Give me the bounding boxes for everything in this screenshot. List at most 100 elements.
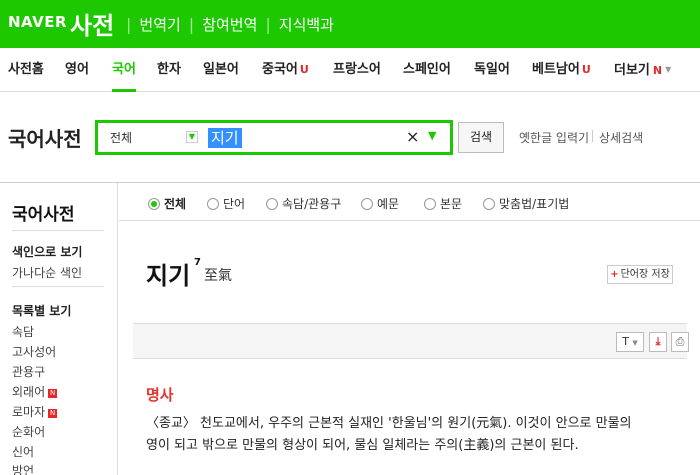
radio-icon: [266, 197, 278, 210]
new-badge: N: [48, 389, 58, 398]
radio-icon: [361, 197, 373, 210]
nav-item-label: 외래어: [12, 385, 46, 399]
entry-headword: 지기: [146, 262, 191, 290]
alphabetical-index-link[interactable]: 가나다순 색인: [12, 264, 82, 281]
tab-label: 국어: [112, 62, 136, 77]
tab-german[interactable]: 독일어: [474, 48, 510, 92]
filter-proverbs-idioms[interactable]: 속담/관용구: [266, 195, 341, 212]
filter-label: 속담/관용구: [282, 197, 342, 211]
filter-label: 맞춤법/표기법: [499, 197, 570, 211]
tab-label: 스페인어: [403, 62, 451, 77]
encyclopedia-link[interactable]: 지식백과: [279, 14, 334, 35]
nav-item-idiomatic-phrases[interactable]: 관용구: [12, 363, 45, 380]
new-badge: N: [652, 64, 663, 77]
filter-words[interactable]: 단어: [207, 195, 245, 212]
nav-item-label: 로마자: [12, 405, 46, 419]
tab-label: 프랑스어: [333, 62, 381, 77]
new-badge: N: [48, 409, 58, 418]
dictionary-home-link[interactable]: 사전: [70, 6, 114, 41]
nav-item-refined-words[interactable]: 순화어: [12, 423, 45, 440]
radio-icon: [207, 197, 219, 210]
filter-examples[interactable]: 예문: [361, 195, 399, 212]
tab-label: 베트남어: [532, 62, 580, 77]
tab-english[interactable]: 영어: [65, 48, 89, 92]
divider: [592, 130, 593, 142]
part-of-speech: 명사: [146, 386, 174, 404]
download-icon[interactable]: ⤓: [649, 332, 667, 352]
radio-icon: [424, 197, 436, 210]
tab-french[interactable]: 프랑스어: [333, 48, 381, 92]
nav-item-loanwords[interactable]: 외래어 N: [12, 383, 58, 400]
autocomplete-toggle-icon[interactable]: ▼: [428, 129, 436, 142]
tab-label: 사전홈: [8, 62, 44, 77]
tab-japanese[interactable]: 일본어: [203, 48, 239, 92]
tab-label: 한자: [157, 62, 181, 77]
filter-label: 예문: [377, 197, 400, 211]
nav-item-romanization[interactable]: 로마자 N: [12, 403, 58, 420]
font-size-icon: T: [622, 335, 629, 348]
radio-icon: [483, 197, 495, 210]
filter-body[interactable]: 본문: [424, 195, 462, 212]
old-hangul-input-link[interactable]: 옛한글 입력기: [519, 129, 589, 146]
language-tabs: 사전홈 영어 국어 한자 일본어 중국어 U 프랑스어 스페인어 독일어 베트남어…: [0, 48, 700, 92]
index-view-heading[interactable]: 색인으로 보기: [12, 243, 82, 260]
tab-korean[interactable]: 국어: [112, 48, 136, 92]
filter-spelling[interactable]: 맞춤법/표기법: [483, 195, 569, 212]
search-input[interactable]: 지기: [208, 128, 242, 148]
filter-all[interactable]: 전체: [148, 195, 186, 212]
close-icon[interactable]: ×: [406, 127, 419, 146]
tab-more[interactable]: 더보기 N ▼: [614, 48, 671, 92]
search-button[interactable]: 검색: [458, 122, 504, 153]
participation-translation-link[interactable]: 참여번역: [202, 14, 257, 35]
translator-link[interactable]: 번역기: [139, 14, 180, 35]
list-view-heading[interactable]: 목록별 보기: [12, 302, 71, 319]
filter-radios: 전체 단어 속담/관용구 예문 본문 맞춤법/표기법: [119, 183, 700, 221]
tab-hanja[interactable]: 한자: [157, 48, 181, 92]
page-title: 국어사전: [8, 127, 82, 151]
tab-label: 일본어: [203, 62, 239, 77]
update-badge: U: [299, 63, 309, 76]
print-icon[interactable]: ⎙: [671, 332, 689, 352]
top-links: | 번역기 | 참여번역 | 지식백과: [118, 0, 334, 48]
main-content: 전체 단어 속담/관용구 예문 본문 맞춤법/표기법 지기 7 至氣 + 단어장 …: [119, 183, 700, 475]
naver-logo[interactable]: NAVER: [8, 13, 67, 31]
chevron-down-icon: ▼: [665, 65, 672, 74]
entry-toolbar: T ▼ ⤓ ⎙: [133, 323, 689, 359]
tab-dictionary-home[interactable]: 사전홈: [8, 48, 44, 92]
advanced-search-link[interactable]: 상세검색: [599, 129, 643, 146]
divider: |: [265, 14, 271, 34]
search-box: 전체 ▼ 지기 × ▼: [95, 120, 453, 155]
search-scope-select[interactable]: 전체: [110, 129, 132, 146]
chevron-down-icon: ▼: [632, 339, 638, 347]
tab-label: 중국어: [262, 62, 298, 77]
font-size-button[interactable]: T ▼: [616, 332, 644, 352]
plus-icon: +: [610, 269, 619, 280]
nav-item-proverbs[interactable]: 속담: [12, 323, 34, 340]
definition-text: 〈종교〉 천도교에서, 우주의 근본적 실재인 '한울님'의 원기(元氣). 이…: [146, 416, 632, 431]
chevron-down-icon[interactable]: ▼: [186, 131, 198, 143]
save-to-wordbook-button[interactable]: + 단어장 저장: [607, 265, 673, 284]
tab-spanish[interactable]: 스페인어: [403, 48, 451, 92]
nav-item-idioms[interactable]: 고사성어: [12, 343, 56, 360]
tab-label: 더보기: [614, 63, 650, 78]
entry-hanja[interactable]: 至氣: [204, 265, 232, 285]
nav-item-neologisms[interactable]: 신어: [12, 443, 34, 460]
search-query-text: 지기: [211, 129, 239, 147]
nav-title: 국어사전: [12, 205, 75, 225]
filter-label: 단어: [223, 197, 246, 211]
radio-icon: [148, 197, 160, 210]
homonym-number: 7: [194, 257, 201, 268]
filter-label: 전체: [164, 197, 187, 211]
divider: [12, 286, 104, 287]
nav-item-dialects[interactable]: 방언: [12, 462, 34, 475]
filter-label: 본문: [440, 197, 463, 211]
button-label: 단어장 저장: [620, 269, 670, 280]
divider: |: [126, 14, 132, 34]
divider: [12, 230, 104, 231]
top-bar: NAVER 사전 | 번역기 | 참여번역 | 지식백과: [0, 0, 700, 48]
left-nav: 국어사전 색인으로 보기 가나다순 색인 목록별 보기 속담 고사성어 관용구 …: [0, 183, 118, 475]
definition-text: 영이 되고 밖으로 만물의 형상이 되어, 물심 일체라는 주의(主義)의 근본…: [146, 438, 579, 453]
tab-chinese[interactable]: 중국어 U: [262, 48, 309, 92]
tab-vietnamese[interactable]: 베트남어 U: [532, 48, 591, 92]
tab-label: 영어: [65, 62, 89, 77]
